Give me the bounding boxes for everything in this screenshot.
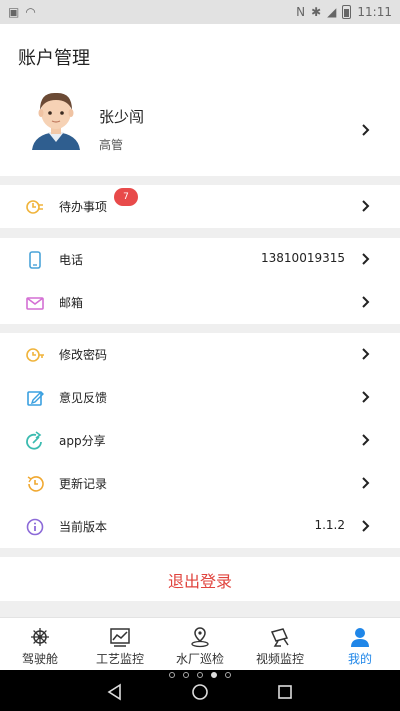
tab-video-monitor[interactable]: 视频监控 (240, 618, 320, 670)
page-dot (211, 672, 217, 678)
nfc-icon: N (296, 5, 306, 19)
current-version-label: 当前版本 (59, 520, 108, 534)
tab-label: 工艺监控 (95, 652, 144, 666)
chevron-right-icon (360, 200, 372, 212)
feedback-label: 意见反馈 (59, 391, 108, 405)
home-icon[interactable] (191, 683, 209, 701)
feedback-icon (25, 388, 45, 408)
system-navigation-bar (0, 670, 400, 711)
todo-section: 待办事项 7 (0, 185, 400, 228)
account-header: 账户管理 张少闯 高管 (0, 24, 400, 176)
sim-icon: ▣ (8, 5, 20, 19)
info-icon (25, 517, 45, 537)
tab-plant-inspection[interactable]: 水厂巡检 (160, 618, 240, 670)
app-share-row[interactable]: app分享 (0, 419, 400, 462)
logout-label: 退出登录 (167, 572, 232, 591)
app-share-label: app分享 (59, 434, 106, 448)
todo-count-badge: 7 (114, 188, 138, 206)
update-history-row[interactable]: 更新记录 (0, 462, 400, 505)
chevron-right-icon (360, 124, 372, 136)
tab-mine[interactable]: 我的 (320, 618, 400, 670)
tab-cockpit[interactable]: 驾驶舱 (0, 618, 80, 670)
page-dot (197, 672, 203, 678)
password-icon (25, 345, 45, 365)
battery-icon (342, 5, 352, 19)
signal-icon: ◢ (327, 5, 337, 19)
chevron-right-icon (360, 477, 372, 489)
wifi-icon: ◠ (25, 5, 36, 19)
phone-value: 13810019315 (261, 251, 345, 265)
user-name: 张少闯 (99, 108, 145, 126)
status-time: 11:11 (357, 5, 392, 19)
status-bar: ▣ ◠ N ✱ ◢ 11:11 (0, 0, 400, 24)
chart-icon (109, 626, 131, 648)
logout-button[interactable]: 退出登录 (0, 557, 400, 601)
page-dot (183, 672, 189, 678)
chevron-right-icon (360, 348, 372, 360)
tab-label: 我的 (347, 652, 372, 666)
user-role: 高管 (99, 138, 124, 152)
back-icon[interactable] (106, 683, 124, 701)
chevron-right-icon (360, 520, 372, 532)
camera-icon (269, 626, 291, 648)
tab-process-monitor[interactable]: 工艺监控 (80, 618, 160, 670)
location-icon (189, 626, 211, 648)
phone-row[interactable]: 电话 13810019315 (0, 238, 400, 281)
email-row[interactable]: 邮箱 (0, 281, 400, 324)
todo-icon (25, 197, 45, 217)
phone-icon (25, 250, 45, 270)
tab-label: 驾驶舱 (21, 652, 58, 666)
page-indicator (0, 672, 400, 678)
tab-label: 水厂巡检 (175, 652, 224, 666)
version-value: 1.1.2 (314, 518, 345, 532)
recents-icon[interactable] (276, 683, 294, 701)
change-password-row[interactable]: 修改密码 (0, 333, 400, 376)
chevron-right-icon (360, 391, 372, 403)
update-history-label: 更新记录 (59, 477, 108, 491)
feedback-row[interactable]: 意见反馈 (0, 376, 400, 419)
avatar (28, 86, 84, 152)
profile-row[interactable]: 张少闯 高管 (0, 86, 400, 166)
change-password-label: 修改密码 (59, 348, 108, 362)
todo-row[interactable]: 待办事项 7 (0, 185, 400, 228)
user-icon (349, 626, 371, 648)
contact-section: 电话 13810019315 邮箱 (0, 238, 400, 324)
share-icon (25, 431, 45, 451)
chevron-right-icon (360, 434, 372, 446)
bluetooth-icon: ✱ (311, 5, 322, 19)
history-icon (25, 474, 45, 494)
page-dot (225, 672, 231, 678)
page-title: 账户管理 (18, 48, 90, 69)
mail-icon (25, 293, 45, 313)
chevron-right-icon (360, 296, 372, 308)
page-dot (169, 672, 175, 678)
helm-icon (29, 626, 51, 648)
email-label: 邮箱 (59, 296, 84, 310)
todo-label: 待办事项 (59, 200, 108, 214)
tab-label: 视频监控 (255, 652, 304, 666)
settings-section: 修改密码 意见反馈 app分享 更新记录 当前版本 1.1.2 (0, 333, 400, 548)
phone-label: 电话 (59, 253, 84, 267)
bottom-tab-bar: 驾驶舱 工艺监控 水厂巡检 视频监控 我的 (0, 617, 400, 670)
chevron-right-icon (360, 253, 372, 265)
current-version-row[interactable]: 当前版本 1.1.2 (0, 505, 400, 548)
